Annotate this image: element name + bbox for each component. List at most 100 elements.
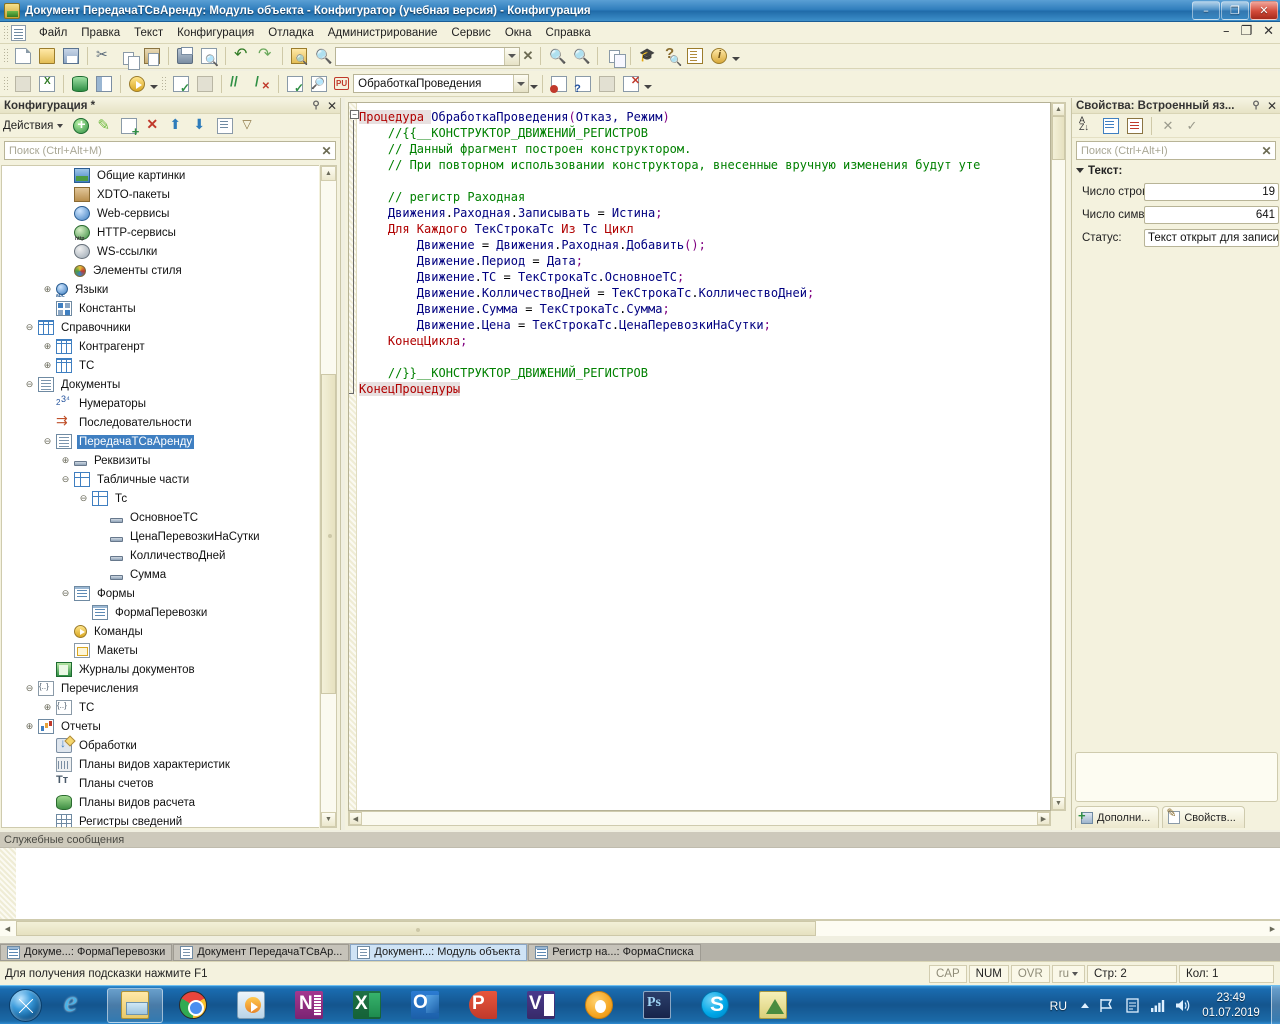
new-icon[interactable] [12, 46, 34, 67]
scroll-up-icon[interactable]: ▲ [321, 166, 336, 181]
minimize-button[interactable]: – [1192, 1, 1220, 20]
tree-item-24[interactable]: ⊕Команды [2, 622, 319, 641]
taskbar-excel[interactable] [339, 988, 395, 1023]
tree-item-1[interactable]: ⊕XDTO-пакеты [2, 185, 319, 204]
chevron-down-icon[interactable] [1076, 168, 1084, 173]
menu-item-6[interactable]: Сервис [444, 24, 497, 42]
expand-icon[interactable]: ⊕ [60, 455, 71, 466]
tree-item-8[interactable]: ⊖ Справочники [2, 318, 319, 337]
toolbar2-grip-b[interactable] [161, 75, 167, 92]
scrollbar-thumb[interactable] [1052, 116, 1065, 160]
paste-icon[interactable] [141, 46, 163, 67]
window-tab-1[interactable]: Документ ПередачаТСвАр... [173, 943, 350, 961]
taskbar-powerpoint[interactable] [455, 988, 511, 1023]
scroll-down-icon[interactable]: ▼ [321, 812, 336, 827]
maximize-button[interactable]: ❐ [1221, 1, 1249, 20]
show-hidden-icons-icon[interactable] [1081, 1003, 1089, 1008]
tree-item-11[interactable]: ⊖ Документы [2, 375, 319, 394]
show-desktop-button[interactable] [1271, 986, 1280, 1024]
scroll-left-icon[interactable]: ◀ [0, 921, 15, 936]
database-icon[interactable] [69, 73, 91, 94]
tree-item-20[interactable]: ⊕КолличествоДней [2, 546, 319, 565]
syntax-help-icon[interactable] [660, 45, 682, 67]
actions-menu-label[interactable]: Действия [3, 120, 53, 132]
editor-horizontal-scrollbar[interactable]: ◀ ▶ [348, 811, 1051, 826]
collapse-icon[interactable]: ⊖ [60, 588, 71, 599]
copy-icon[interactable] [117, 46, 140, 70]
scrollbar-thumb[interactable] [321, 374, 336, 694]
procedure-overflow-icon[interactable] [530, 84, 539, 89]
tree-item-31[interactable]: ⊕Планы видов характеристик [2, 755, 319, 774]
debug-options-icon[interactable] [150, 84, 158, 89]
clear-icon[interactable]: ✕ [1258, 144, 1275, 158]
window-icon[interactable] [93, 73, 115, 94]
taskbar-visio[interactable] [513, 988, 569, 1023]
editor-vertical-scrollbar[interactable]: ▲ ▼ [1051, 102, 1066, 811]
taskbar-onenote[interactable] [281, 988, 337, 1023]
compare-icon[interactable] [603, 46, 626, 68]
configuration-tree[interactable]: ⊕Общие картинки⊕XDTO-пакеты⊕Web-сервисы⊕… [1, 165, 319, 828]
tray-language[interactable]: RU [1050, 999, 1067, 1013]
clock[interactable]: 23:49 01.07.2019 [1195, 991, 1267, 1021]
menu-item-8[interactable]: Справка [539, 24, 598, 42]
edit-icon[interactable] [94, 115, 116, 136]
undo-icon[interactable] [231, 44, 253, 67]
start-button[interactable] [2, 987, 48, 1024]
tree-item-26[interactable]: ⊕Журналы документов [2, 660, 319, 679]
property-value[interactable]: 641 [1144, 205, 1279, 224]
add-icon[interactable] [70, 115, 92, 136]
menu-item-2[interactable]: Текст [127, 24, 170, 42]
menu-item-3[interactable]: Конфигурация [170, 24, 261, 42]
search-input[interactable] [1077, 143, 1258, 158]
menu-item-7[interactable]: Окна [498, 24, 539, 42]
toolbar-overflow-icon[interactable] [732, 57, 740, 61]
tree-item-4[interactable]: ⊕WS-ссылки [2, 242, 319, 261]
user-icon[interactable] [636, 46, 658, 67]
tab-properties[interactable]: Свойств... [1162, 806, 1245, 828]
taskbar-outlook[interactable] [397, 988, 453, 1023]
service-messages-body[interactable] [0, 848, 1280, 920]
tree-item-15[interactable]: ⊕ Реквизиты [2, 451, 319, 470]
manual-icon[interactable] [684, 46, 706, 67]
configuration-search[interactable]: ✕ [4, 141, 336, 160]
about-icon[interactable] [708, 46, 730, 67]
breakpoint-list-icon[interactable] [596, 73, 618, 94]
property-value[interactable]: 19 [1144, 182, 1279, 201]
remove-breakpoints-icon[interactable] [620, 73, 642, 94]
tree-item-22[interactable]: ⊖ Формы [2, 584, 319, 603]
print-preview-icon[interactable] [198, 46, 220, 67]
tree-item-9[interactable]: ⊕ Контрагенрт [2, 337, 319, 356]
status-language-selector[interactable]: ru [1051, 964, 1085, 983]
move-down-icon[interactable] [190, 115, 212, 136]
property-value[interactable]: Текст открыт для записи [1144, 228, 1279, 247]
tree-item-32[interactable]: ⊕Планы счетов [2, 774, 319, 793]
sort-alphabetical-icon[interactable] [1076, 115, 1098, 136]
open-icon[interactable] [36, 46, 58, 67]
tree-item-18[interactable]: ⊕ОсновноеТС [2, 508, 319, 527]
search-input[interactable] [5, 143, 318, 158]
window-tab-3[interactable]: Регистр на...: ФормаСписка [528, 943, 701, 961]
find-prev-icon[interactable] [570, 46, 592, 67]
copy-object-icon[interactable] [118, 115, 140, 139]
pin-icon[interactable]: ⚲ [308, 100, 324, 111]
taskbar-windows-media-player[interactable] [223, 988, 279, 1023]
next-bookmark-icon[interactable] [194, 73, 216, 94]
tree-item-23[interactable]: ⊕ФормаПеревозки [2, 603, 319, 622]
move-up-icon[interactable] [166, 115, 188, 136]
chevron-down-icon[interactable] [57, 123, 64, 128]
tree-vertical-scrollbar[interactable]: ▲ ▼ [320, 165, 337, 828]
syntax-check-icon[interactable] [284, 73, 306, 95]
tree-item-33[interactable]: ⊕Планы видов расчета [2, 793, 319, 812]
properties-search[interactable]: ✕ [1076, 141, 1276, 160]
code-editor[interactable]: − Процедура ОбработкаПроведения(Отказ, Р… [348, 102, 1051, 811]
breakpoint-overflow-icon[interactable] [644, 84, 653, 89]
toolbar2-grip[interactable] [3, 75, 9, 92]
expand-icon[interactable]: ⊕ [24, 721, 35, 732]
search-combo[interactable] [335, 46, 520, 66]
collapse-icon[interactable]: ⊖ [24, 379, 35, 390]
window-tab-0[interactable]: Докуме...: ФормаПеревозки [0, 943, 173, 961]
tree-item-16[interactable]: ⊖ Табличные части [2, 470, 319, 489]
menu-grip[interactable] [3, 24, 9, 41]
scrollbar-thumb[interactable] [16, 921, 816, 936]
procedure-search-icon[interactable] [308, 73, 330, 94]
